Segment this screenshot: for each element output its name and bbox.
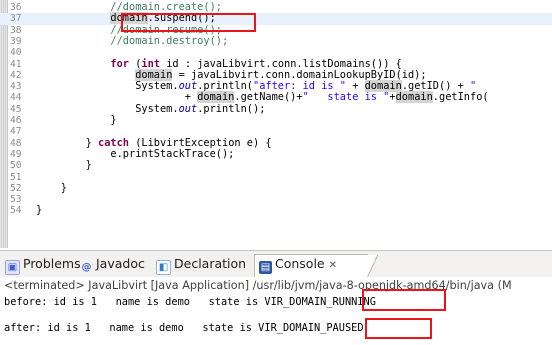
line-number: 42 [10, 69, 22, 81]
line-number: 53 [10, 194, 22, 206]
line-number: 49 [10, 148, 22, 160]
code-token: " state is " [302, 91, 390, 104]
line-number: 51 [10, 171, 22, 183]
line-code: } [36, 159, 92, 172]
code-line[interactable]: 52 } [0, 181, 552, 194]
console-line-after: after: id is 1 name is demo state is VIR… [4, 322, 364, 334]
line-number: 46 [10, 115, 22, 126]
declaration-icon: ◧ [156, 260, 171, 275]
code-token: " [470, 80, 477, 93]
line-number: 45 [10, 103, 22, 115]
tab-declaration[interactable]: ◧ Declaration [156, 255, 247, 275]
code-token: (LibvirtException e) { [129, 136, 272, 149]
tab-javadoc[interactable]: @ Javadoc [80, 255, 145, 273]
paused-highlight-box [365, 318, 432, 339]
code-token: domain [135, 68, 173, 81]
code-token: = javaLibvirt.conn.domainLookupByID(id); [172, 68, 427, 81]
tab-javadoc-label: Javadoc [96, 256, 145, 271]
code-token: out [178, 102, 198, 115]
line-number: 39 [10, 35, 22, 47]
code-line[interactable]: 50 } [0, 159, 552, 172]
code-editor[interactable]: 36 //domain.create(); 37 domain.suspend()… [0, 0, 552, 248]
code-token: out [178, 80, 198, 93]
code-token: .getName()+ [234, 91, 303, 104]
code-token: ( [129, 57, 142, 70]
code-line[interactable]: 37 domain.suspend(); [0, 12, 552, 25]
code-token: .println(); [197, 102, 266, 115]
line-number: 37 [10, 13, 22, 25]
tab-problems[interactable]: ▣ Problems [5, 255, 81, 275]
code-token: int [141, 57, 161, 70]
code-token: .getInfo( [432, 91, 489, 104]
code-line[interactable]: 54} [0, 204, 552, 217]
code-token: + [389, 91, 396, 104]
code-token: + [346, 80, 365, 93]
line-number: 44 [10, 92, 22, 104]
code-token: domain [395, 91, 433, 104]
line-number: 52 [10, 182, 22, 194]
code-token: id : javaLibvirt.conn.listDomains()) { [160, 57, 402, 70]
line-number: 48 [10, 137, 22, 149]
code-token: System. [36, 80, 179, 93]
line-number: 43 [10, 81, 22, 93]
line-code: } [36, 204, 43, 217]
code-line[interactable]: 53 [0, 194, 552, 205]
line-number: 36 [10, 2, 22, 13]
line-number: 41 [10, 58, 22, 70]
javadoc-icon: @ [81, 262, 92, 273]
running-highlight-box [362, 289, 446, 311]
line-number: 38 [10, 24, 22, 36]
suspend-highlight-box [121, 13, 256, 32]
tab-console[interactable]: ▤ Console ✕ [254, 254, 380, 278]
bottom-panel-tabbar: ▣ Problems @ Javadoc ◧ Declaration ▤ Console… [0, 250, 552, 278]
tab-declaration-label: Declaration [174, 256, 247, 271]
code-token: + [36, 91, 198, 104]
code-line[interactable]: 39 //domain.destroy(); [0, 34, 552, 47]
code-token: domain [197, 91, 235, 104]
code-token: } [36, 136, 98, 149]
tab-problems-label: Problems [23, 256, 81, 271]
line-code: } [36, 114, 117, 126]
tab-console-label: Console [275, 256, 325, 271]
code-line[interactable]: 51 [0, 172, 552, 183]
code-token: "after: id is " [253, 80, 346, 93]
console-icon: ▤ [259, 261, 272, 274]
console-line-before: before: id is 1 name is demo state is VI… [4, 296, 376, 308]
console-output[interactable]: <terminated> JavaLibvirt [Java Applicati… [0, 277, 552, 345]
line-code: //domain.destroy(); [36, 34, 229, 47]
code-token: System. [36, 102, 179, 115]
code-token: for [110, 57, 130, 70]
line-number: 40 [10, 47, 22, 59]
line-number: 47 [10, 126, 22, 138]
code-token: .getID() + [401, 80, 471, 93]
line-number: 54 [10, 205, 22, 217]
code-token: .println( [197, 80, 253, 93]
code-line[interactable]: 46 } [0, 114, 552, 126]
problems-icon: ▣ [5, 260, 20, 275]
line-number: 50 [10, 160, 22, 172]
close-icon[interactable]: ✕ [329, 260, 337, 271]
code-token: domain [364, 80, 402, 93]
line-code: } [36, 181, 67, 194]
code-token: catch [98, 136, 129, 149]
